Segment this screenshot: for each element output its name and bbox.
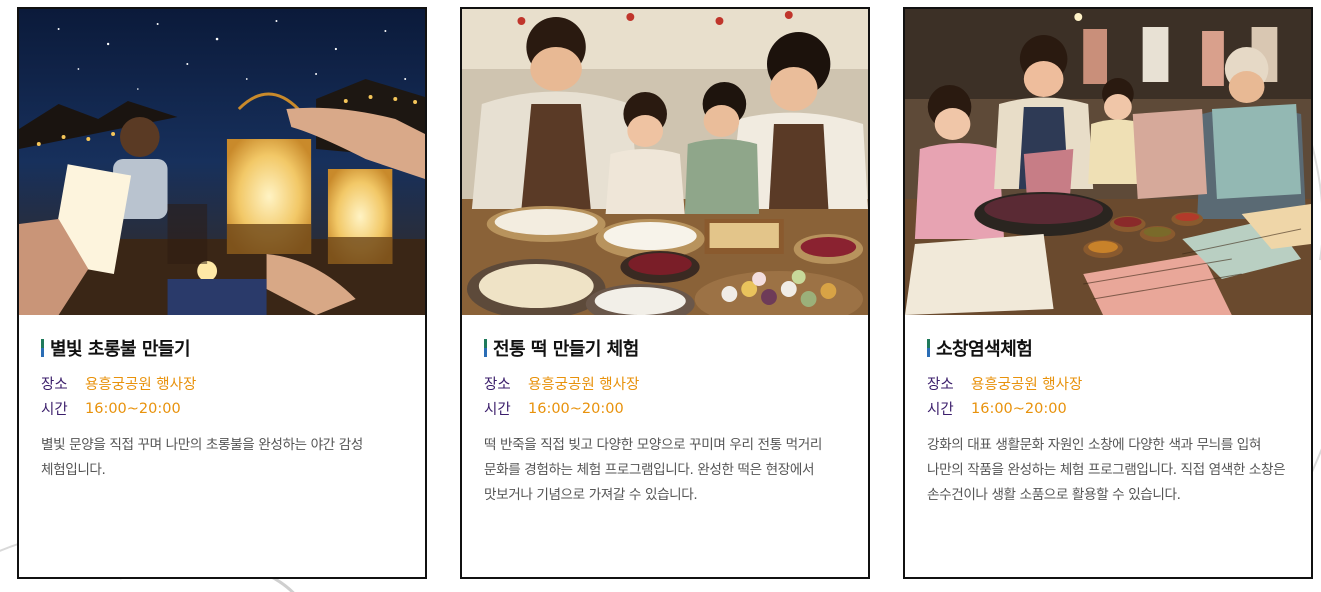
title-accent-bar (41, 339, 44, 357)
time-value: 16:00~20:00 (528, 400, 624, 417)
program-title: 소창염색체험 (936, 339, 1033, 360)
program-description: 강화의 대표 생활문화 자원인 소창에 다양한 색과 무늬를 입혀 나만의 작품… (927, 437, 1286, 503)
program-card-lantern[interactable]: 별빛 초롱불 만들기 장소 용흥궁공원 행사장 시간 16:00~20:00 별… (17, 7, 427, 579)
time-label: 시간 (484, 402, 511, 418)
place-value: 용흥궁공원 행사장 (528, 377, 640, 393)
program-photo-lantern (19, 9, 425, 315)
place-value: 용흥궁공원 행사장 (971, 377, 1083, 393)
time-label: 시간 (927, 402, 954, 418)
program-card-rice-cake[interactable]: 전통 떡 만들기 체험 장소 용흥궁공원 행사장 시간 16:00~20:00 … (460, 7, 870, 579)
program-title: 별빛 초롱불 만들기 (50, 339, 191, 360)
program-photo-rice-cake (462, 9, 868, 315)
place-value: 용흥궁공원 행사장 (85, 377, 197, 393)
place-label: 장소 (41, 377, 68, 393)
program-title: 전통 떡 만들기 체험 (493, 339, 639, 360)
title-accent-bar (927, 339, 930, 357)
program-photo-dyeing (905, 9, 1311, 315)
program-card-socheang-dyeing[interactable]: 소창염색체험 장소 용흥궁공원 행사장 시간 16:00~20:00 강화의 대… (903, 7, 1313, 579)
title-accent-bar (484, 339, 487, 357)
place-label: 장소 (927, 377, 954, 393)
time-value: 16:00~20:00 (971, 400, 1067, 417)
time-label: 시간 (41, 402, 68, 418)
program-description: 떡 반죽을 직접 빚고 다양한 모양으로 꾸미며 우리 전통 먹거리 문화를 경… (484, 437, 822, 503)
program-description: 별빛 문양을 직접 꾸며 나만의 초롱불을 완성하는 야간 감성 체험입니다. (41, 437, 363, 478)
place-label: 장소 (484, 377, 511, 393)
time-value: 16:00~20:00 (85, 400, 181, 417)
